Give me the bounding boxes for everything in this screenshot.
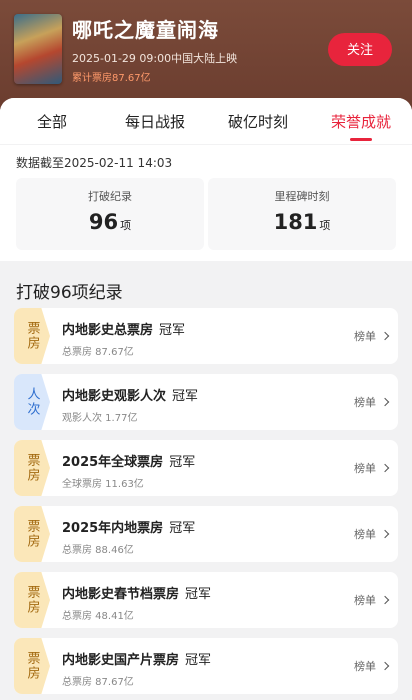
rank-link[interactable]: 榜单 [354, 460, 390, 476]
stat-milestones: 里程碑时刻 181 项 [208, 178, 396, 250]
record-badge: 票房 [14, 572, 50, 628]
record-badge: 票房 [14, 440, 50, 496]
release-info: 2025-01-29 09:00中国大陆上映 [72, 52, 238, 65]
chevron-right-icon [380, 661, 390, 671]
rank-link[interactable]: 榜单 [354, 592, 390, 608]
stat-value: 96 项 [16, 210, 204, 234]
record-subtitle: 观影人次 1.77亿 [62, 413, 138, 424]
record-item[interactable]: 票房 内地影史春节档票房 冠军 总票房 48.41亿 榜单 [14, 572, 398, 628]
movie-header: 哪吒之魔童闹海 2025-01-29 09:00中国大陆上映 累计票房87.67… [0, 0, 412, 110]
chevron-right-icon [380, 397, 390, 407]
record-item[interactable]: 人次 内地影史观影人次 冠军 观影人次 1.77亿 榜单 [14, 374, 398, 430]
tab-honors[interactable]: 荣誉成就 [311, 111, 411, 132]
rank-link[interactable]: 榜单 [354, 394, 390, 410]
record-item[interactable]: 票房 2025年全球票房 冠军 全球票房 11.63亿 榜单 [14, 440, 398, 496]
tab-bar: 全部 每日战报 破亿时刻 荣誉成就 [0, 98, 412, 144]
stat-value: 181 项 [208, 210, 396, 234]
record-title: 内地影史春节档票房 冠军 [62, 587, 212, 602]
record-title: 内地影史总票房 冠军 [62, 323, 186, 338]
tab-daily-report[interactable]: 每日战报 [105, 111, 205, 132]
record-title: 内地影史国产片票房 冠军 [62, 653, 212, 668]
record-badge: 票房 [14, 506, 50, 562]
chevron-right-icon [380, 463, 390, 473]
record-badge: 票房 [14, 638, 50, 694]
active-tab-indicator [350, 138, 372, 141]
box-office-total: 累计票房87.67亿 [72, 73, 151, 84]
summary-panel: 数据截至2025-02-11 14:03 打破纪录 96 项 里程碑时刻 181 项 [0, 145, 412, 261]
record-item[interactable]: 票房 内地影史总票房 冠军 总票房 87.67亿 榜单 [14, 308, 398, 364]
stat-records-broken: 打破纪录 96 项 [16, 178, 204, 250]
tab-all[interactable]: 全部 [2, 111, 102, 132]
stat-unit: 项 [120, 219, 132, 232]
stat-number: 96 [88, 210, 119, 234]
record-subtitle: 总票房 87.67亿 [62, 347, 134, 358]
tab-billion-moments[interactable]: 破亿时刻 [208, 111, 308, 132]
rank-link[interactable]: 榜单 [354, 658, 390, 674]
follow-button[interactable]: 关注 [328, 33, 392, 66]
rank-link[interactable]: 榜单 [354, 526, 390, 542]
movie-poster[interactable] [14, 14, 62, 84]
movie-title: 哪吒之魔童闹海 [72, 18, 219, 42]
chevron-right-icon [380, 595, 390, 605]
data-cutoff: 数据截至2025-02-11 14:03 [16, 156, 173, 170]
record-subtitle: 总票房 48.41亿 [62, 611, 134, 622]
record-title: 2025年全球票房 冠军 [62, 455, 196, 470]
stat-unit: 项 [319, 219, 331, 232]
record-item[interactable]: 票房 内地影史国产片票房 冠军 总票房 87.67亿 榜单 [14, 638, 398, 694]
stat-number: 181 [273, 210, 318, 234]
rank-link[interactable]: 榜单 [354, 328, 390, 344]
record-subtitle: 全球票房 11.63亿 [62, 479, 144, 490]
record-title: 2025年内地票房 冠军 [62, 521, 196, 536]
record-subtitle: 总票房 88.46亿 [62, 545, 134, 556]
content-sheet: 全部 每日战报 破亿时刻 荣誉成就 数据截至2025-02-11 14:03 打… [0, 98, 412, 700]
record-subtitle: 总票房 87.67亿 [62, 677, 134, 688]
chevron-right-icon [380, 529, 390, 539]
chevron-right-icon [380, 331, 390, 341]
record-item[interactable]: 票房 2025年内地票房 冠军 总票房 88.46亿 榜单 [14, 506, 398, 562]
stat-label: 打破纪录 [88, 190, 132, 203]
record-badge: 票房 [14, 308, 50, 364]
records-section-title: 打破96项纪录 [16, 283, 123, 303]
record-badge: 人次 [14, 374, 50, 430]
record-title: 内地影史观影人次 冠军 [62, 389, 199, 404]
stat-label: 里程碑时刻 [274, 190, 330, 203]
